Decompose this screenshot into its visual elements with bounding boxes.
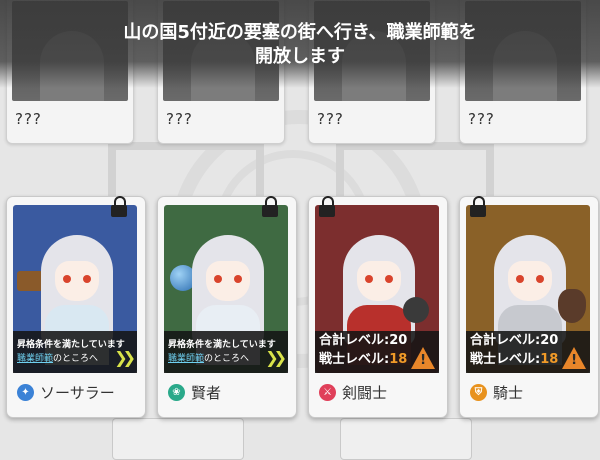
unlock-hint-banner: 山の国5付近の要塞の街へ行き、職業師範を 開放します (0, 0, 600, 88)
shield-prop (403, 297, 429, 323)
class-master-link[interactable]: 職業師範 (17, 354, 53, 364)
banner-text-line1: 山の国5付近の要塞の街へ行き、職業師範を (123, 22, 477, 43)
class-card-gladiator[interactable]: 合計レベル:20 戦士レベル:18 ! ⚔ 剣闘士 (308, 196, 448, 418)
class-card-sage[interactable]: 昇格条件を満たしています 職業師範のところへ ❯❯ ❀ 賢者 (157, 196, 297, 418)
knight-icon: ⛨ (470, 383, 487, 401)
warrior-level-label: 戦士レベル: (470, 352, 541, 367)
promotion-hint-suffix: のところへ (53, 353, 99, 364)
class-name: 賢者 (191, 383, 222, 402)
lock-icon (111, 196, 127, 217)
locked-class-label: ??? (15, 110, 42, 128)
class-name: 剣闘士 (342, 383, 388, 402)
lock-icon (319, 196, 335, 217)
shield-prop (558, 289, 586, 323)
warrior-level-value: 18 (540, 352, 559, 367)
treasure-chest-prop (17, 271, 43, 291)
class-card-knight[interactable]: 合計レベル:20 戦士レベル:18 ! ⛨ 騎士 (459, 196, 599, 418)
promotion-hint-suffix: のところへ (204, 353, 250, 364)
locked-class-label: ??? (166, 110, 193, 128)
bottom-card-stub (340, 418, 472, 460)
sage-icon: ❀ (168, 383, 185, 401)
class-master-link[interactable]: 職業師範 (168, 354, 204, 364)
double-chevron-icon: ❯❯ (114, 348, 136, 367)
warrior-level-value: 18 (389, 352, 408, 367)
lock-icon (262, 196, 278, 217)
sorcerer-icon: ✦ (17, 383, 34, 401)
promotion-status-panel: 昇格条件を満たしています 職業師範のところへ ❯❯ (164, 331, 288, 373)
warrior-level-label: 戦士レベル: (319, 352, 390, 367)
class-name: ソーサラー (40, 383, 115, 402)
gladiator-icon: ⚔ (319, 383, 336, 401)
promotion-status-panel: 昇格条件を満たしています 職業師範のところへ ❯❯ (13, 331, 137, 373)
level-requirement-panel: 合計レベル:20 戦士レベル:18 ! (315, 331, 439, 373)
class-card-sorcerer[interactable]: 昇格条件を満たしています 職業師範のところへ ❯❯ ✦ ソーサラー (6, 196, 146, 418)
lock-icon (470, 196, 486, 217)
class-name: 騎士 (493, 383, 524, 402)
level-requirement-panel: 合計レベル:20 戦士レベル:18 ! (466, 331, 590, 373)
locked-class-label: ??? (468, 110, 495, 128)
bottom-card-stub (112, 418, 244, 460)
double-chevron-icon: ❯❯ (265, 348, 287, 367)
banner-text-line2: 開放します (255, 46, 345, 67)
locked-class-label: ??? (317, 110, 344, 128)
